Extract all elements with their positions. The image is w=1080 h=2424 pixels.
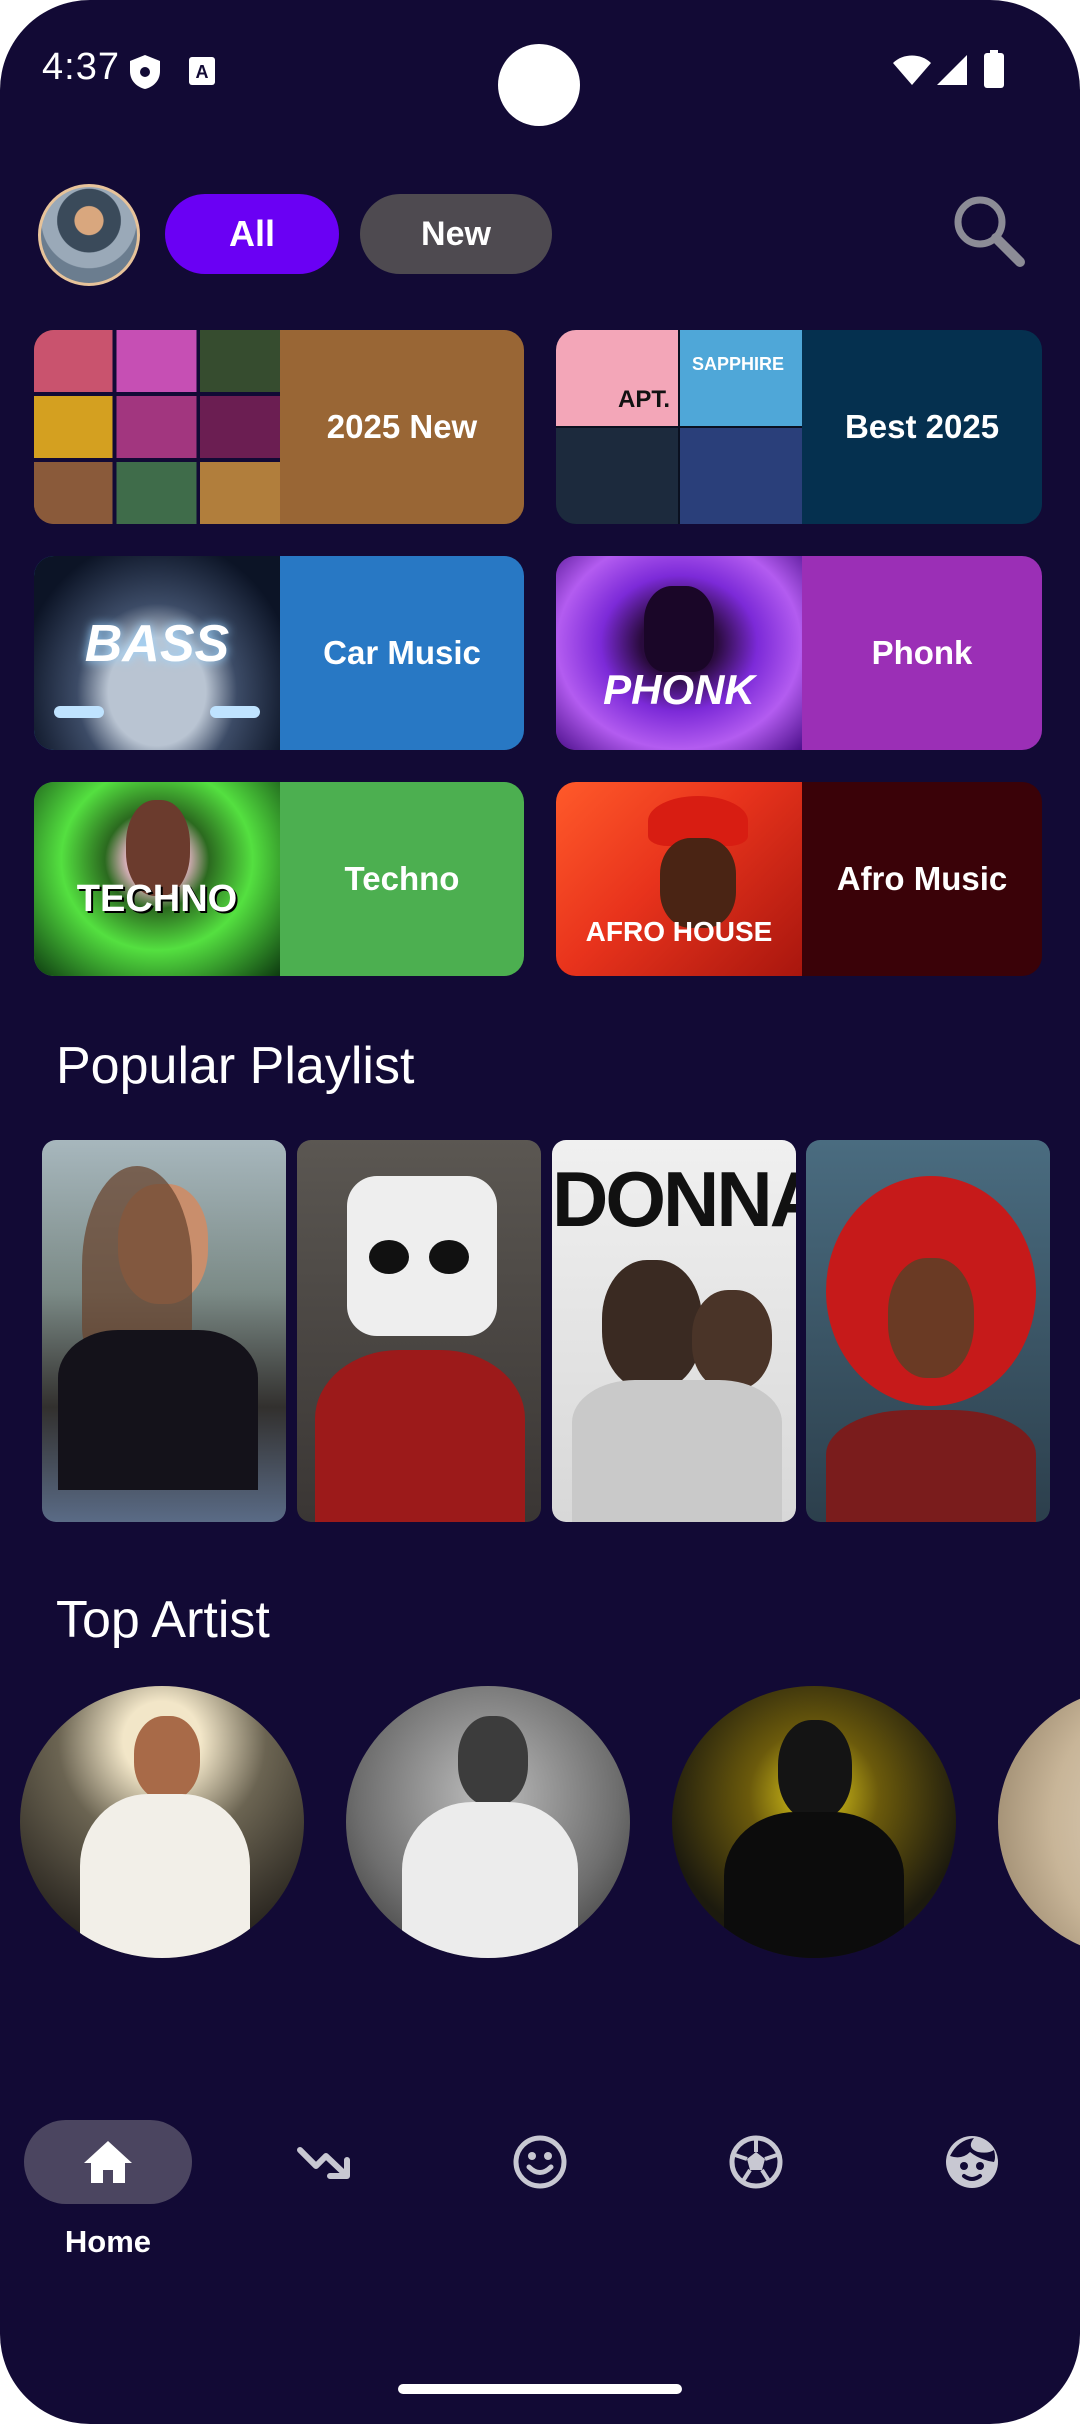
category-card-afro-music[interactable]: AFRO HOUSE Afro Music xyxy=(556,782,1042,976)
trending-down-icon xyxy=(297,2147,350,2179)
soccer-ball-icon xyxy=(729,2135,783,2189)
playlist-item[interactable] xyxy=(42,1140,286,1522)
afro-house-thumbnail: AFRO HOUSE xyxy=(556,782,802,976)
category-label: Techno xyxy=(344,860,460,897)
wifi-icon xyxy=(893,55,931,85)
art-title-apt: APT. xyxy=(618,386,671,413)
gesture-home-indicator[interactable] xyxy=(398,2384,682,2394)
playlist-item[interactable] xyxy=(297,1140,541,1522)
category-label: Car Music xyxy=(323,634,481,671)
phonk-thumbnail: PHONK xyxy=(556,556,802,750)
playlist-item[interactable]: DONNA xyxy=(552,1140,796,1522)
search-icon[interactable] xyxy=(948,190,1028,270)
nav-kids[interactable] xyxy=(930,2120,1014,2204)
battery-icon xyxy=(984,50,1004,88)
category-label: Afro Music xyxy=(836,860,1008,897)
artist-avatar[interactable] xyxy=(346,1686,630,1958)
collage-thumbnail: APT. SAPPHIRE xyxy=(556,330,802,524)
filter-chip-all[interactable]: All xyxy=(165,194,339,274)
camera-cutout xyxy=(498,44,580,126)
art-title-techno: TECHNO xyxy=(76,878,238,920)
category-label: Best 2025 xyxy=(844,408,1000,445)
art-title-phonk: PHONK xyxy=(603,666,755,713)
nav-home-label: Home xyxy=(64,2224,152,2259)
collage-thumbnail xyxy=(34,330,280,524)
profile-avatar[interactable] xyxy=(38,184,140,286)
category-label: 2025 New xyxy=(326,408,478,445)
category-card-2025-new[interactable]: 2025 New xyxy=(34,330,524,524)
smiley-icon xyxy=(513,2135,567,2189)
section-title-top-artist: Top Artist xyxy=(56,1591,270,1649)
art-title-donna: DONNA xyxy=(552,1155,796,1243)
play-protect-icon xyxy=(130,55,160,89)
category-card-techno[interactable]: TECHNO Techno xyxy=(34,782,524,976)
nav-home[interactable] xyxy=(24,2120,192,2204)
section-title-popular-playlist: Popular Playlist xyxy=(56,1037,415,1095)
playlist-item[interactable] xyxy=(806,1140,1050,1522)
category-label: Phonk xyxy=(871,634,973,671)
bass-car-thumbnail: BASS xyxy=(34,556,280,750)
category-card-phonk[interactable]: PHONK Phonk xyxy=(556,556,1042,750)
app-screen: 4:37 A All New 2025 New APT. SAPPHIRE Be… xyxy=(0,0,1080,2424)
category-card-car-music[interactable]: BASS Car Music xyxy=(34,556,524,750)
svg-text:A: A xyxy=(196,62,209,82)
art-title-afro-house: AFRO HOUSE xyxy=(585,916,773,947)
filter-chip-new[interactable]: New xyxy=(360,194,552,274)
face-profile-icon xyxy=(946,2136,998,2188)
nav-mood[interactable] xyxy=(498,2120,582,2204)
cellular-signal-icon xyxy=(937,55,967,85)
home-icon xyxy=(84,2141,132,2183)
keyboard-a-icon: A xyxy=(189,57,215,85)
artist-avatar[interactable] xyxy=(672,1686,956,1958)
category-card-best-2025[interactable]: APT. SAPPHIRE Best 2025 xyxy=(556,330,1042,524)
techno-thumbnail: TECHNO xyxy=(34,782,280,976)
artist-avatar[interactable] xyxy=(20,1686,304,1958)
art-title-sapphire: SAPPHIRE xyxy=(692,354,785,374)
nav-trending[interactable] xyxy=(282,2120,366,2204)
artist-avatar[interactable] xyxy=(998,1686,1080,1958)
nav-sports[interactable] xyxy=(714,2120,798,2204)
art-title-bass: BASS xyxy=(84,615,230,673)
status-time: 4:37 xyxy=(42,46,120,88)
